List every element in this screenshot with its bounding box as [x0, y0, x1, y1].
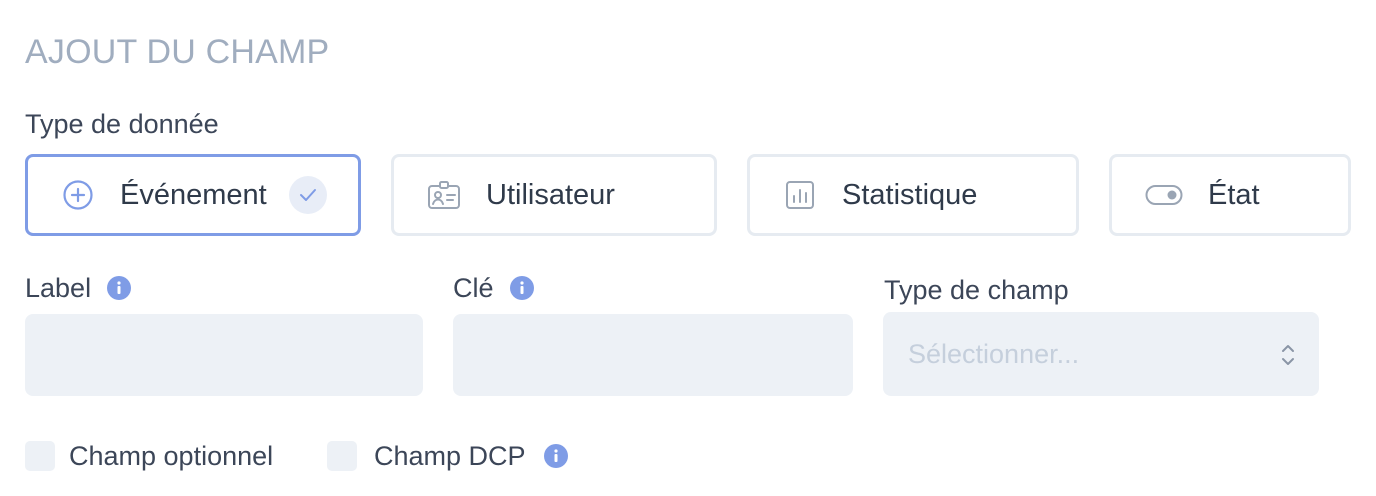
label-field-label-text: Label: [25, 273, 92, 303]
field-type-label: Type de champ: [884, 274, 1069, 306]
dcp-field-option: Champ DCP: [327, 440, 568, 472]
data-type-option-statistic[interactable]: Statistique: [747, 154, 1079, 236]
info-icon[interactable]: [107, 276, 132, 300]
key-input[interactable]: [453, 314, 853, 396]
toggle-icon: [1145, 178, 1183, 212]
data-type-label: Type de donnée: [25, 109, 219, 139]
field-type-select[interactable]: Sélectionner...: [883, 312, 1319, 396]
plus-circle-icon: [61, 178, 95, 212]
optional-field-label: Champ optionnel: [69, 441, 274, 471]
info-icon[interactable]: [509, 276, 534, 300]
data-type-option-state[interactable]: État: [1109, 154, 1351, 236]
data-type-option-label: Événement: [120, 179, 267, 211]
info-icon[interactable]: [543, 444, 568, 468]
data-type-option-label: Statistique: [842, 179, 978, 211]
key-field-label: Clé: [453, 272, 534, 304]
user-id-card-icon: [427, 178, 461, 212]
data-type-option-event[interactable]: Événement: [25, 154, 361, 236]
label-field-label: Label: [25, 272, 132, 304]
bar-chart-icon: [783, 178, 817, 212]
add-field-form: AJOUT DU CHAMP Type de donnée Événement: [0, 0, 1376, 496]
optional-field-checkbox[interactable]: [25, 441, 55, 471]
key-field-label-text: Clé: [453, 273, 494, 303]
field-type-label-text: Type de champ: [884, 275, 1069, 305]
chevron-up-down-icon: [1279, 342, 1297, 368]
section-title: AJOUT DU CHAMP: [25, 33, 330, 71]
optional-field-option: Champ optionnel: [25, 440, 273, 472]
data-type-option-user[interactable]: Utilisateur: [391, 154, 717, 236]
data-type-option-label: État: [1208, 179, 1260, 211]
dcp-field-checkbox[interactable]: [327, 441, 357, 471]
field-type-placeholder: Sélectionner...: [908, 339, 1080, 369]
data-type-option-label: Utilisateur: [486, 179, 615, 211]
label-input[interactable]: [25, 314, 423, 396]
dcp-field-label: Champ DCP: [374, 441, 526, 471]
check-icon: [288, 176, 327, 214]
